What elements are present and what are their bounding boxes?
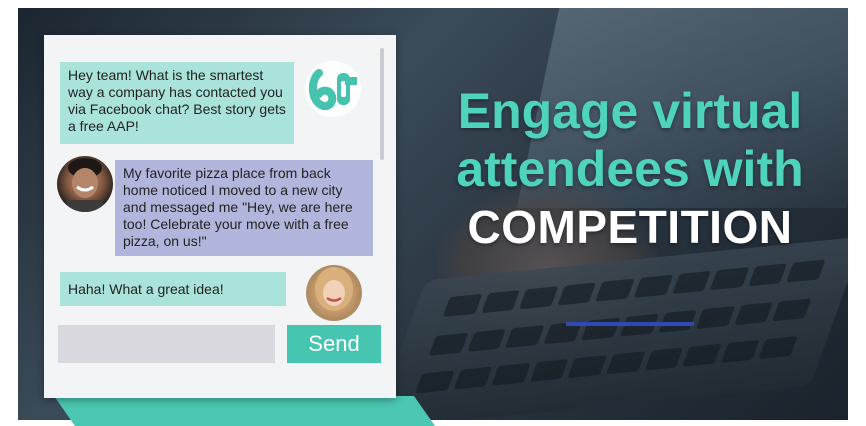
- logo-60-icon: [305, 61, 361, 117]
- avatar-woman: [306, 265, 362, 321]
- man-portrait: [67, 158, 103, 212]
- woman-portrait: [315, 267, 353, 311]
- logo-60-graphic: [308, 69, 357, 110]
- accent-underline: [566, 322, 694, 326]
- chat-scrollbar[interactable]: [380, 48, 384, 160]
- headline-line-2: attendees with: [456, 141, 804, 197]
- chat-message-1: Hey team! What is the smartest way a com…: [60, 62, 294, 144]
- send-button[interactable]: Send: [287, 325, 381, 363]
- headline: Engage virtual attendees with COMPETITIO…: [420, 82, 840, 256]
- headline-line-3: COMPETITION: [467, 201, 793, 253]
- headline-line-1: Engage virtual: [457, 83, 803, 139]
- message-input[interactable]: [58, 325, 275, 363]
- avatar-man: [57, 156, 113, 212]
- chat-message-2: My favorite pizza place from back home n…: [115, 160, 373, 256]
- chat-message-3: Haha! What a great idea!: [60, 272, 286, 306]
